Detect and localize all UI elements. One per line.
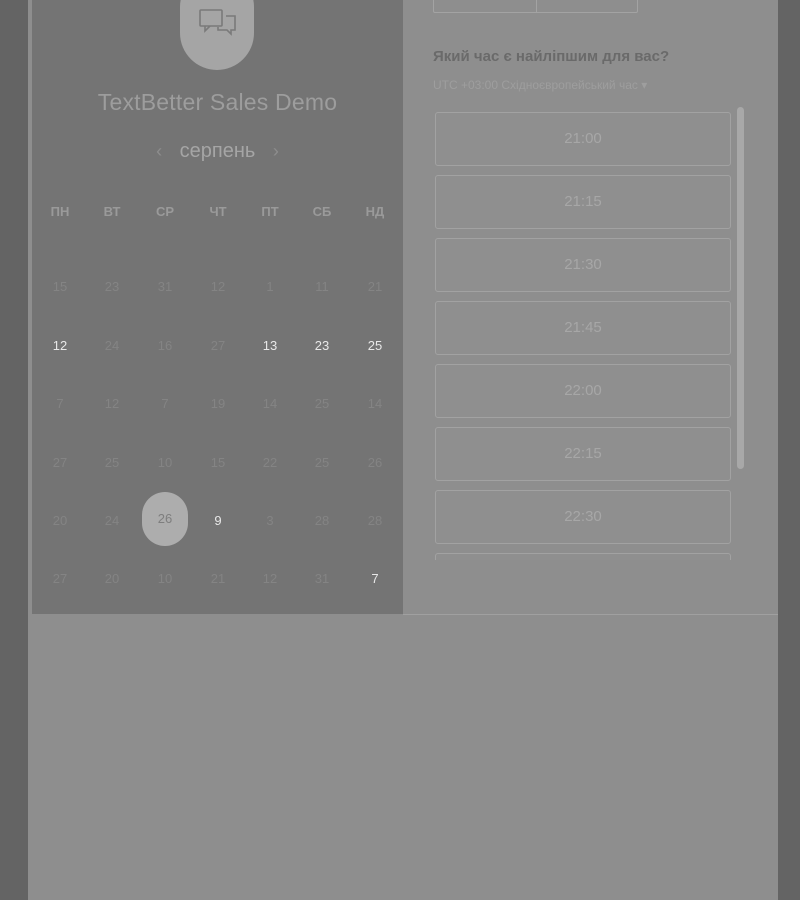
calendar-day[interactable]: 14 [250,394,290,414]
calendar-day[interactable]: 25 [92,453,132,473]
calendar-day-available[interactable]: 13 [250,336,290,356]
calendar-day[interactable]: 27 [40,453,80,473]
time-question: Який час є найліпшим для вас? [433,48,670,65]
weekday-label: СР [155,204,175,219]
calendar-day[interactable]: 12 [198,277,238,297]
calendar-day[interactable]: 14 [355,394,395,414]
event-title: TextBetter Sales Demo [97,89,338,115]
weekday-label: НД [365,204,385,219]
calendar-day[interactable]: 28 [302,511,342,531]
calendar-day[interactable]: 20 [92,569,132,589]
time-slot[interactable]: 21:30 [435,238,731,292]
calendar-day[interactable]: 3 [250,511,290,531]
calendar-day[interactable]: 10 [145,569,185,589]
calendar-day[interactable]: 20 [40,511,80,531]
time-slot[interactable]: 22:30 [435,490,731,544]
calendar-day[interactable]: 23 [92,277,132,297]
panel-divider [403,614,778,615]
calendar-day[interactable]: 11 [302,277,342,297]
calendar-day-available[interactable]: 9 [198,511,238,531]
time-slot-list[interactable]: 21:00 21:15 21:30 21:45 22:00 22:15 22:3… [435,112,731,560]
calendar-day-available[interactable]: 7 [355,569,395,589]
calendar-day[interactable]: 25 [302,453,342,473]
slot-list-scrollbar[interactable] [737,107,744,469]
view-toggle[interactable] [433,0,638,13]
timezone-selector[interactable]: UTC +03:00 Східноєвропейський час ▾ [433,78,647,92]
calendar-day[interactable]: 26 [355,453,395,473]
calendar-day-available[interactable]: 23 [302,336,342,356]
time-slot[interactable]: 21:00 [435,112,731,166]
calendar-day[interactable]: 31 [145,277,185,297]
calendar-day[interactable]: 19 [198,394,238,414]
toggle-separator [536,0,537,12]
next-month-icon[interactable]: › [261,141,291,161]
calendar-day[interactable]: 25 [302,394,342,414]
time-slot[interactable]: 21:45 [435,301,731,355]
calendar-day[interactable]: 27 [40,569,80,589]
weekday-label: СБ [312,204,332,219]
calendar-day[interactable]: 27 [198,336,238,356]
calendar-day[interactable]: 7 [145,394,185,414]
calendar-day[interactable]: 21 [198,569,238,589]
month-label: серпень [179,140,256,162]
calendar-day[interactable]: 12 [250,569,290,589]
calendar-day[interactable]: 24 [92,336,132,356]
calendar-day-selected[interactable]: 26 [142,492,188,546]
calendar-day[interactable]: 15 [198,453,238,473]
calendar-day[interactable]: 24 [92,511,132,531]
time-slot[interactable]: 21:15 [435,175,731,229]
calendar-day[interactable]: 28 [355,511,395,531]
calendar-day-available[interactable]: 12 [40,336,80,356]
time-slot[interactable] [435,553,731,560]
calendar-day[interactable]: 21 [355,277,395,297]
weekday-label: ЧТ [209,204,227,219]
chat-bubbles-icon [199,9,236,36]
calendar-day[interactable]: 16 [145,336,185,356]
calendar-day[interactable]: 22 [250,453,290,473]
weekday-label: ПТ [261,204,279,219]
calendar-day[interactable]: 10 [145,453,185,473]
calendar-day[interactable]: 31 [302,569,342,589]
prev-month-icon[interactable]: ‹ [144,141,174,161]
calendar-day[interactable]: 15 [40,277,80,297]
weekday-label: ПН [50,204,70,219]
month-navigator: ‹ серпень › [32,140,403,163]
calendar-day[interactable]: 1 [250,277,290,297]
weekday-label: ВТ [103,204,121,219]
time-slot[interactable]: 22:15 [435,427,731,481]
calendar-day-available[interactable]: 25 [355,336,395,356]
calendar-day[interactable]: 7 [40,394,80,414]
time-slot[interactable]: 22:00 [435,364,731,418]
calendar-day[interactable]: 12 [92,394,132,414]
